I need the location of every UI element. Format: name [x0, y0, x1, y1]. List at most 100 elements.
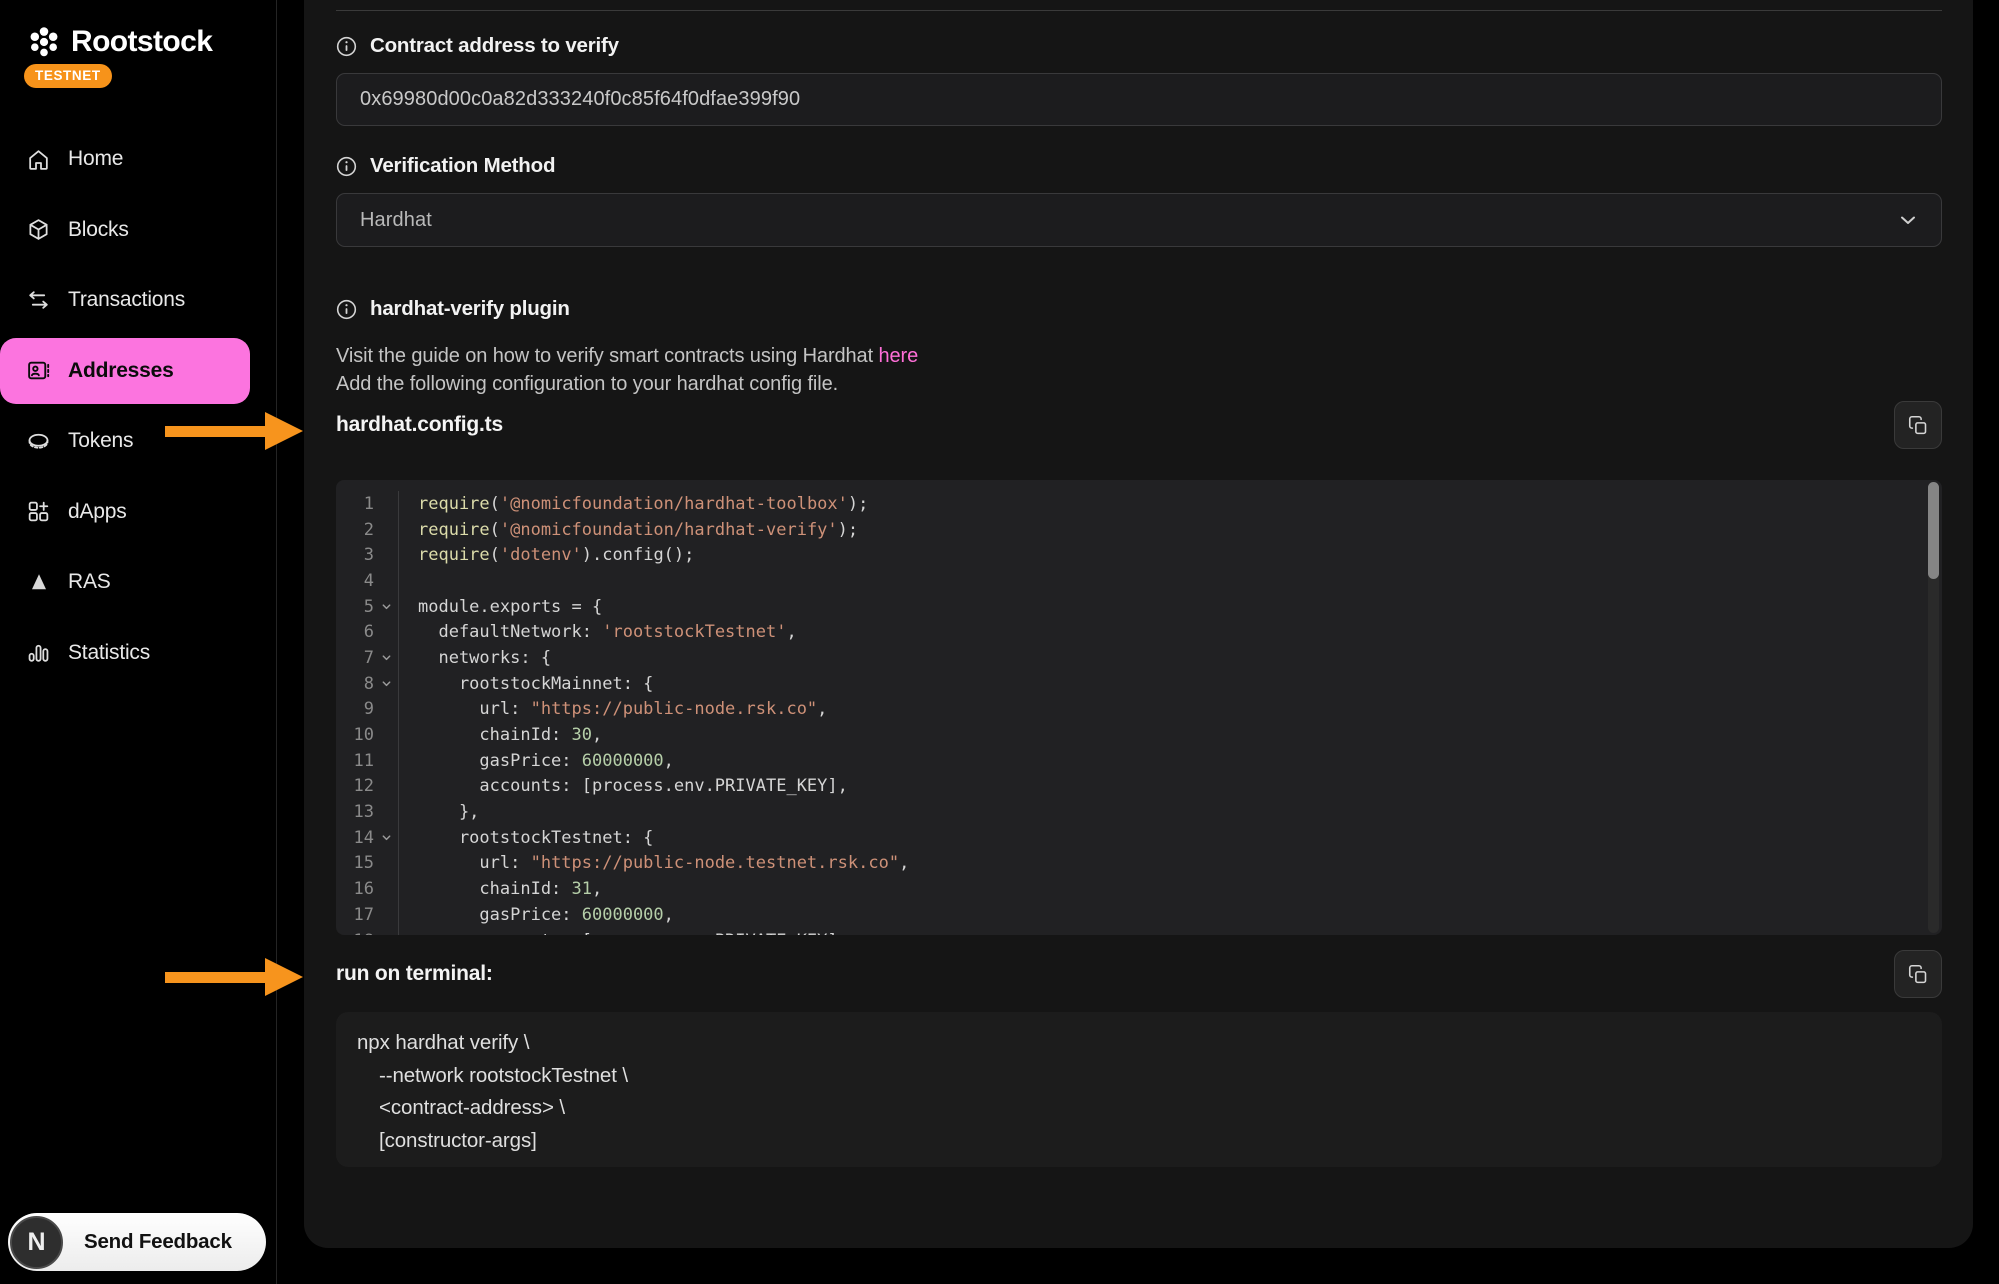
guide-here-link[interactable]: here [879, 345, 919, 367]
line-number: 1 [336, 494, 374, 514]
code-scrollbar-track[interactable] [1928, 482, 1939, 933]
plugin-title: hardhat-verify plugin [370, 297, 570, 321]
code-line: 12 accounts: [process.env.PRIVATE_KEY], [336, 774, 1942, 800]
copy-command-button[interactable] [1894, 950, 1942, 998]
sidebar-item-home[interactable]: Home [0, 137, 276, 181]
verification-method-value: Hardhat [360, 209, 432, 232]
main-panel: Contract address to verify 0x69980d00c0a… [304, 0, 1973, 1248]
line-number: 16 [336, 879, 374, 899]
code-lines: 1 require('@nomicfoundation/hardhat-tool… [336, 480, 1942, 935]
code-scrollbar-thumb[interactable] [1928, 482, 1939, 579]
feedback-label: Send Feedback [84, 1230, 232, 1254]
code-text: require('@nomicfoundation/hardhat-verify… [398, 517, 858, 543]
code-line: 7 networks: { [336, 645, 1942, 671]
line-number: 7 [336, 648, 374, 668]
statistics-bars-icon [26, 640, 51, 665]
line-number: 2 [336, 520, 374, 540]
code-text: chainId: 30, [398, 722, 602, 748]
code-text: defaultNetwork: 'rootstockTestnet', [398, 619, 797, 645]
terminal-command-line: npx hardhat verify \ [357, 1027, 1922, 1060]
line-number: 13 [336, 802, 374, 822]
copy-icon [1908, 964, 1929, 985]
sidebar: Rootstock TESTNET Home Blocks Transactio… [0, 0, 277, 1284]
line-number: 9 [336, 699, 374, 719]
feedback-avatar: N [10, 1216, 63, 1269]
sidebar-item-blocks[interactable]: Blocks [0, 208, 276, 252]
verify-contract-form: Contract address to verify 0x69980d00c0a… [304, 10, 1973, 1167]
testnet-badge: TESTNET [24, 64, 112, 88]
copy-icon [1908, 415, 1929, 436]
code-text [398, 568, 418, 594]
code-line: 11 gasPrice: 60000000, [336, 748, 1942, 774]
config-instruction: Add the following configuration to your … [336, 373, 838, 395]
code-line: 5 module.exports = { [336, 594, 1942, 620]
sidebar-item-addresses[interactable]: Addresses [0, 338, 250, 404]
code-line: 3 require('dotenv').config(); [336, 542, 1942, 568]
line-number: 5 [336, 597, 374, 617]
copy-config-button[interactable] [1894, 401, 1942, 449]
terminal-command-line: <contract-address> \ [357, 1092, 1922, 1125]
sidebar-item-label: Statistics [68, 641, 150, 665]
sidebar-item-label: Blocks [68, 218, 129, 242]
sidebar-item-dapps[interactable]: dApps [0, 490, 276, 534]
code-text: gasPrice: 60000000, [398, 902, 674, 928]
ras-triangle-icon [26, 570, 51, 595]
code-text: accounts: [process.env.PRIVATE_KEY], [398, 928, 848, 935]
code-text: url: "https://public-node.testnet.rsk.co… [398, 851, 909, 877]
sidebar-item-statistics[interactable]: Statistics [0, 631, 276, 675]
sidebar-item-ras[interactable]: RAS [0, 560, 276, 604]
dapps-grid-plus-icon [26, 499, 51, 524]
code-text: require('dotenv').config(); [398, 542, 694, 568]
send-feedback-button[interactable]: N Send Feedback [8, 1213, 266, 1271]
code-line: 18 accounts: [process.env.PRIVATE_KEY], [336, 928, 1942, 935]
hardhat-config-code-block: 1 require('@nomicfoundation/hardhat-tool… [336, 480, 1942, 935]
code-line: 8 rootstockMainnet: { [336, 671, 1942, 697]
line-number: 10 [336, 725, 374, 745]
contract-address-input[interactable]: 0x69980d00c0a82d333240f0c85f64f0dfae399f… [336, 73, 1942, 126]
fold-chevron-icon [374, 652, 398, 663]
token-coin-icon [26, 429, 51, 454]
address-card-icon [26, 358, 51, 383]
code-text: chainId: 31, [398, 876, 602, 902]
brand-name: Rootstock [71, 25, 212, 59]
code-line: 2 require('@nomicfoundation/hardhat-veri… [336, 517, 1942, 543]
info-icon[interactable] [336, 299, 357, 320]
line-number: 18 [336, 931, 374, 935]
fold-chevron-icon [374, 678, 398, 689]
info-icon[interactable] [336, 156, 357, 177]
sidebar-item-transactions[interactable]: Transactions [0, 278, 276, 322]
terminal-command-line: --network rootstockTestnet \ [357, 1060, 1922, 1093]
guide-text: Visit the guide on how to verify smart c… [336, 345, 879, 367]
config-file-heading: hardhat.config.ts [336, 413, 503, 437]
verification-method-label: Verification Method [370, 154, 555, 178]
fold-chevron-icon [374, 832, 398, 843]
line-number: 12 [336, 776, 374, 796]
code-text: rootstockTestnet: { [398, 825, 653, 851]
sidebar-item-label: Tokens [68, 429, 133, 453]
code-line: 17 gasPrice: 60000000, [336, 902, 1942, 928]
code-line: 9 url: "https://public-node.rsk.co", [336, 697, 1942, 723]
transactions-arrows-icon [26, 288, 51, 313]
line-number: 6 [336, 622, 374, 642]
run-on-terminal-heading: run on terminal: [336, 962, 493, 986]
sidebar-nav: Home Blocks Transactions Addresses Token… [0, 137, 276, 675]
section-divider [336, 10, 1942, 11]
code-text: }, [398, 799, 479, 825]
annotation-arrow-config [165, 412, 303, 450]
line-number: 14 [336, 828, 374, 848]
line-number: 15 [336, 853, 374, 873]
line-number: 4 [336, 571, 374, 591]
code-text: module.exports = { [398, 594, 602, 620]
code-line: 14 rootstockTestnet: { [336, 825, 1942, 851]
info-icon[interactable] [336, 36, 357, 57]
sidebar-item-label: Addresses [68, 359, 174, 383]
brand-logo[interactable]: Rootstock [0, 0, 276, 62]
line-number: 8 [336, 674, 374, 694]
plugin-description: Visit the guide on how to verify smart c… [336, 343, 1942, 398]
code-line: 16 chainId: 31, [336, 876, 1942, 902]
verification-method-select[interactable]: Hardhat [336, 193, 1942, 247]
code-line: 4 [336, 568, 1942, 594]
blocks-cube-icon [26, 217, 51, 242]
code-text: accounts: [process.env.PRIVATE_KEY], [398, 774, 848, 800]
code-text: url: "https://public-node.rsk.co", [398, 697, 827, 723]
